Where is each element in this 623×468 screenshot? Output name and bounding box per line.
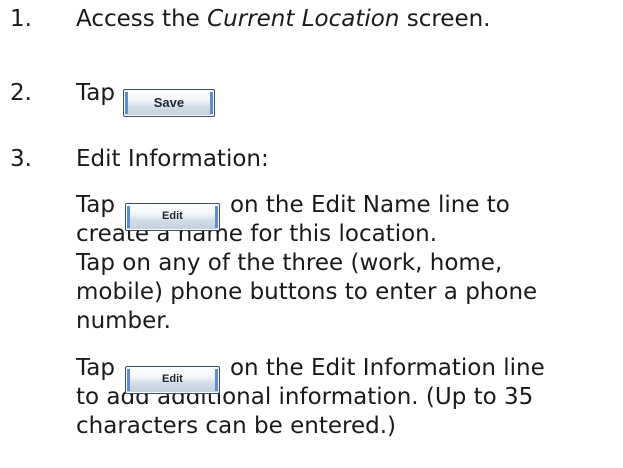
step-1-text: Access the Current Location screen. [76,5,491,33]
edit-name-line-1: on the Edit Name line to [229,192,510,218]
edit-info-button[interactable]: Edit [124,366,220,394]
step-2-text: Tap Save [76,79,215,117]
step-3-number: 3. [10,146,32,172]
edit-name-button[interactable]: Edit [124,203,220,231]
step-1-number: 1. [10,6,32,32]
edit-info-paragraph: Tap Edit on the Edit Information line to a… [76,354,616,441]
edit-name-paragraph: Tap Edit on the Edit Name line to create a… [76,191,616,249]
step-3-heading: Edit Information: [76,146,269,172]
current-location-screen-name: Current Location [207,6,400,32]
phone-line-1: Tap on any of the three (work, home, [76,250,503,276]
edit-info-tap-label: Tap [76,355,115,381]
edit-name-tap-label: Tap [76,192,115,218]
instruction-page: 1. Access the Current Location screen. 2… [0,0,623,468]
phone-line-3: number. [76,308,171,334]
edit-info-line-1: on the Edit Information line [229,355,545,381]
step-2-tap-label: Tap [76,80,115,106]
phone-line-2: mobile) phone buttons to enter a phone [76,279,538,305]
step-1-text-after: screen. [399,6,491,32]
save-button[interactable]: Save [122,89,215,117]
step-1-text-before: Access the [76,6,208,32]
edit-info-line-3: characters can be entered.) [76,413,397,439]
step-2-number: 2. [10,80,32,106]
phone-paragraph: Tap on any of the three (work, home, mob… [76,249,616,336]
